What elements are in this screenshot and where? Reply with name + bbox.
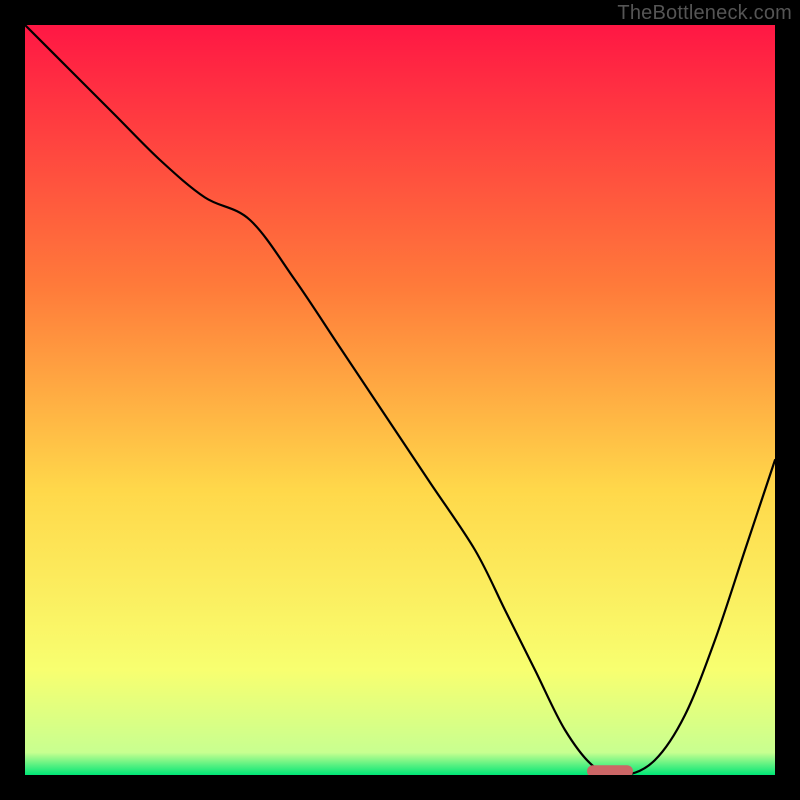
chart-svg <box>25 25 775 775</box>
watermark-text: TheBottleneck.com <box>617 2 792 25</box>
chart-plot-area <box>25 25 775 775</box>
optimal-marker <box>587 765 633 775</box>
chart-frame: TheBottleneck.com <box>0 0 800 800</box>
